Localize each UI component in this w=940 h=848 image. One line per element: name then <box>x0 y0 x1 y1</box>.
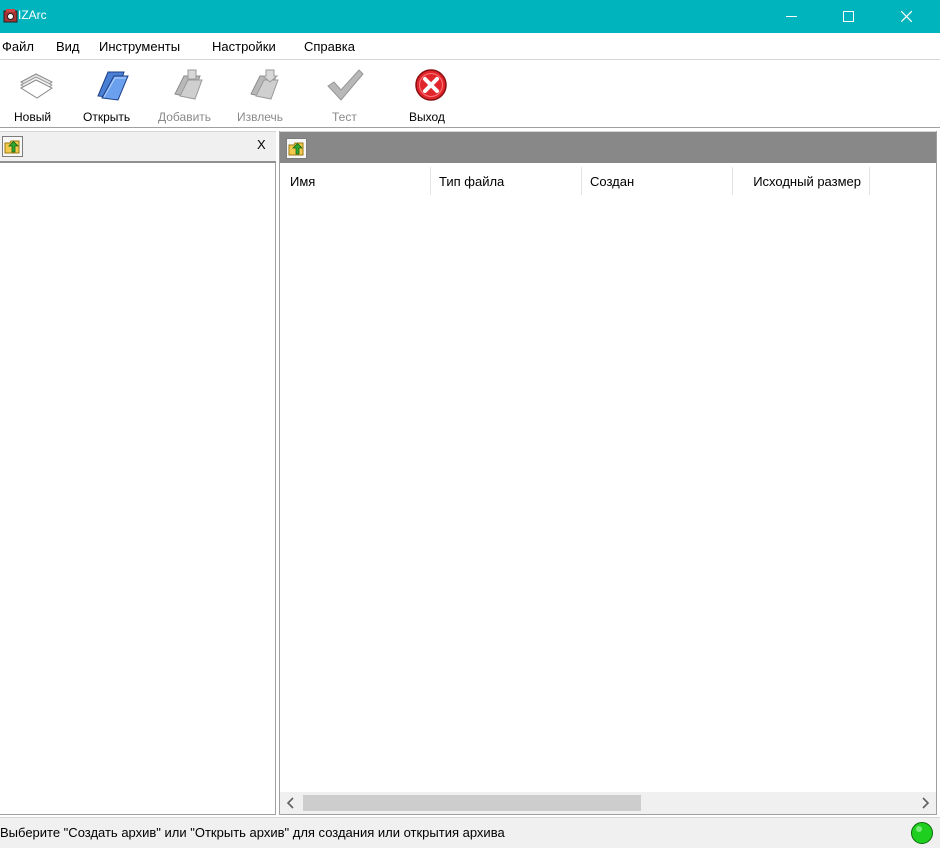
folder-tree-header: X <box>0 131 276 163</box>
close-button[interactable] <box>883 0 929 33</box>
menu-settings[interactable]: Настройки <box>212 39 276 54</box>
open-folder-icon <box>97 71 129 101</box>
test-label: Тест <box>332 110 357 124</box>
chevron-left-icon <box>286 797 294 809</box>
chevron-right-icon <box>922 797 930 809</box>
column-header: Имя Тип файла Создан Исходный размер <box>280 167 936 195</box>
scroll-left-button[interactable] <box>280 792 302 814</box>
extract-label: Извлечь <box>237 110 284 124</box>
menu-help[interactable]: Справка <box>304 39 355 54</box>
scroll-right-button[interactable] <box>914 792 936 814</box>
maximize-button[interactable] <box>825 0 871 33</box>
exit-label: Выход <box>409 110 445 124</box>
content-up-button[interactable] <box>286 138 307 159</box>
horizontal-scrollbar[interactable] <box>280 792 936 814</box>
status-bar: Выберите "Создать архив" или "Открыть ар… <box>0 817 940 848</box>
open-button[interactable]: Открыть <box>80 60 146 128</box>
scroll-thumb[interactable] <box>303 795 641 811</box>
maximize-icon <box>843 11 854 22</box>
new-label: Новый <box>14 110 52 124</box>
exit-button[interactable]: Выход <box>404 60 458 128</box>
column-name[interactable]: Имя <box>280 167 431 195</box>
archive-content-pane[interactable]: Имя Тип файла Создан Исходный размер <box>279 131 937 815</box>
folder-tree-pane[interactable]: X <box>0 131 276 815</box>
add-label: Добавить <box>158 110 212 124</box>
status-text: Выберите "Создать архив" или "Открыть ар… <box>0 825 505 840</box>
minimize-button[interactable] <box>768 0 814 33</box>
menu-tools[interactable]: Инструменты <box>99 39 180 54</box>
new-archive-icon <box>20 73 53 99</box>
column-created[interactable]: Создан <box>582 167 733 195</box>
new-button[interactable]: Новый <box>8 60 64 128</box>
status-indicator-icon <box>911 822 933 844</box>
test-button[interactable]: Тест <box>320 60 370 128</box>
path-bar <box>280 131 936 163</box>
toolbar: Новый Открыть Добавить Извлечь Тест Выхо… <box>0 59 940 128</box>
menu-bar: Файл Вид Инструменты Настройки Справка <box>0 33 940 59</box>
extract-icon <box>250 69 279 100</box>
column-original-size[interactable]: Исходный размер <box>733 167 870 195</box>
tree-close-button[interactable]: X <box>257 137 266 152</box>
menu-view[interactable]: Вид <box>56 39 80 54</box>
window-title: IZArc <box>18 8 47 22</box>
folder-up-icon <box>288 142 304 156</box>
add-icon <box>174 69 203 100</box>
izarc-app-icon <box>3 9 18 23</box>
open-label: Открыть <box>83 110 131 124</box>
add-button[interactable]: Добавить <box>156 60 224 128</box>
folder-up-icon <box>4 140 20 154</box>
column-file-type[interactable]: Тип файла <box>431 167 582 195</box>
menu-file[interactable]: Файл <box>2 39 34 54</box>
exit-icon <box>415 69 447 101</box>
close-icon <box>901 11 912 22</box>
minimize-icon <box>786 16 797 17</box>
extract-button[interactable]: Извлечь <box>236 60 294 128</box>
checkmark-icon <box>327 69 364 101</box>
title-bar: IZArc <box>0 0 940 33</box>
tree-up-button[interactable] <box>2 136 23 157</box>
